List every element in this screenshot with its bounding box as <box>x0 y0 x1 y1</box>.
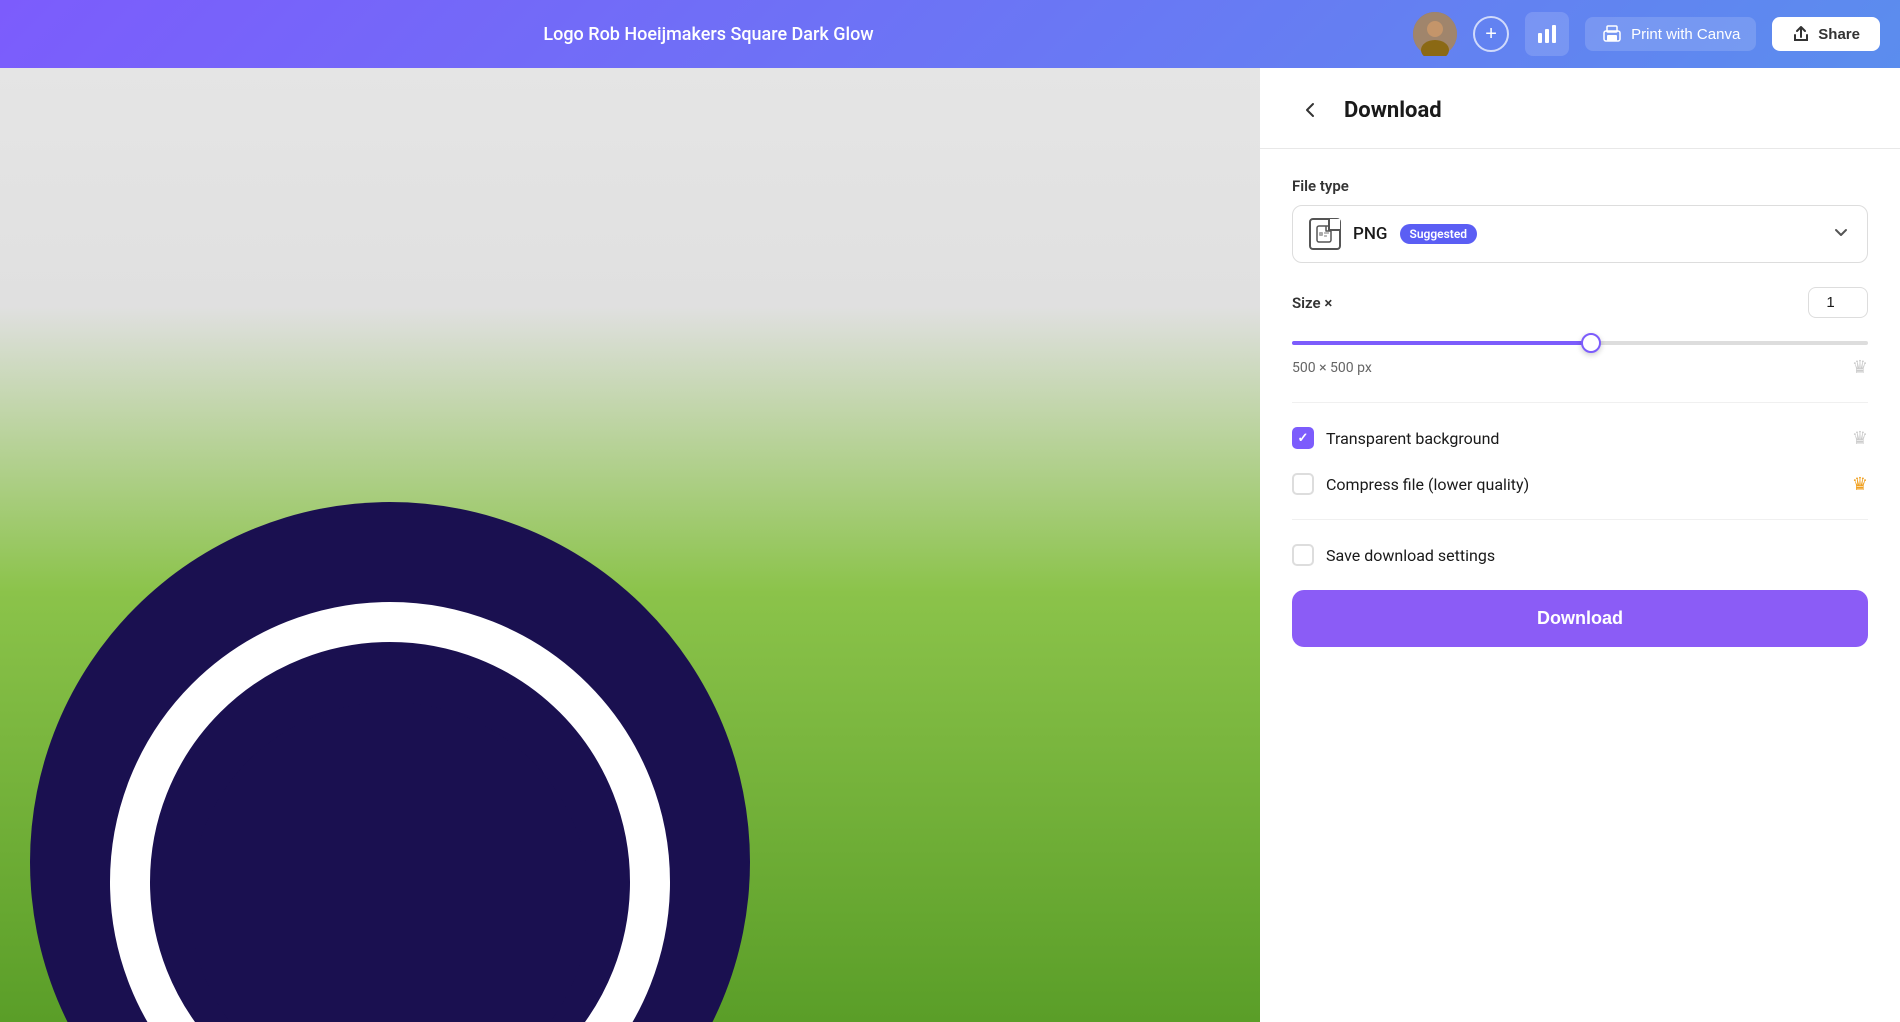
size-row: Size × <box>1292 287 1868 318</box>
crown-icon-size: ♛ <box>1852 357 1868 378</box>
print-label: Print with Canva <box>1631 26 1740 43</box>
file-type-section: File type PNG S <box>1292 177 1868 263</box>
print-button[interactable]: Print with Canva <box>1585 17 1756 51</box>
compress-file-row: Compress file (lower quality) ♛ <box>1292 473 1868 495</box>
document-title: Logo Rob Hoeijmakers Square Dark Glow <box>20 24 1397 45</box>
analytics-icon-button[interactable] <box>1525 12 1569 56</box>
canvas-area[interactable] <box>0 68 1260 1022</box>
transparent-bg-label: Transparent background <box>1326 429 1499 448</box>
back-button[interactable] <box>1292 92 1328 128</box>
compress-file-label: Compress file (lower quality) <box>1326 475 1529 494</box>
slider-section <box>1292 330 1868 349</box>
divider-1 <box>1292 402 1868 403</box>
file-type-label: File type <box>1292 177 1868 195</box>
save-settings-label: Save download settings <box>1326 546 1495 565</box>
size-section: Size × 500 × 500 px ♛ <box>1292 287 1868 378</box>
share-label: Share <box>1818 26 1860 43</box>
transparent-bg-row: Transparent background ♛ <box>1292 427 1868 449</box>
crown-icon-compress: ♛ <box>1852 474 1868 495</box>
size-input[interactable] <box>1808 287 1868 318</box>
file-type-icon <box>1309 218 1341 250</box>
save-settings-row: Save download settings <box>1292 544 1868 566</box>
chevron-down-icon <box>1831 222 1851 247</box>
suggested-badge: Suggested <box>1400 224 1478 244</box>
share-button[interactable]: Share <box>1772 17 1880 51</box>
file-type-dropdown[interactable]: PNG Suggested <box>1292 205 1868 263</box>
save-settings-left: Save download settings <box>1292 544 1495 566</box>
file-type-name: PNG <box>1353 224 1388 244</box>
download-panel: Download File type <box>1260 68 1900 1022</box>
panel-header: Download <box>1260 68 1900 149</box>
divider-2 <box>1292 519 1868 520</box>
save-settings-checkbox[interactable] <box>1292 544 1314 566</box>
add-collaborator-button[interactable]: + <box>1473 16 1509 52</box>
crown-icon-transparent: ♛ <box>1852 428 1868 449</box>
download-button[interactable]: Download <box>1292 590 1868 647</box>
size-dimensions-row: 500 × 500 px ♛ <box>1292 357 1868 378</box>
size-slider[interactable] <box>1292 341 1868 345</box>
panel-title: Download <box>1344 98 1442 123</box>
panel-body: File type PNG S <box>1260 149 1900 675</box>
size-label: Size × <box>1292 294 1332 312</box>
size-dimensions-text: 500 × 500 px <box>1292 360 1372 376</box>
compress-file-left: Compress file (lower quality) <box>1292 473 1529 495</box>
transparent-bg-checkbox[interactable] <box>1292 427 1314 449</box>
avatar[interactable] <box>1413 12 1457 56</box>
compress-file-checkbox[interactable] <box>1292 473 1314 495</box>
topbar: Logo Rob Hoeijmakers Square Dark Glow + … <box>0 0 1900 68</box>
transparent-bg-left: Transparent background <box>1292 427 1499 449</box>
main-area: Download File type <box>0 68 1900 1022</box>
file-type-left: PNG Suggested <box>1309 218 1477 250</box>
